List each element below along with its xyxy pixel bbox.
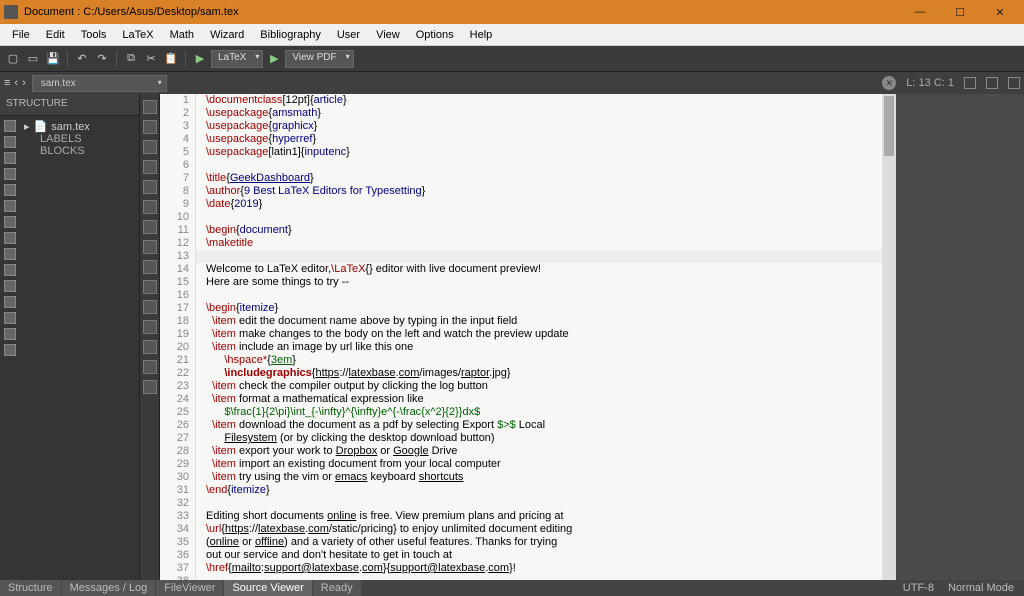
menu-math[interactable]: Math	[162, 27, 202, 43]
menu-edit[interactable]: Edit	[38, 27, 73, 43]
menu-user[interactable]: User	[329, 27, 368, 43]
structure-blocks[interactable]: BLOCKS	[24, 145, 137, 157]
paste-icon[interactable]: 📋	[162, 50, 180, 68]
run-icon[interactable]: ▶	[265, 50, 283, 68]
chevron-right-icon: ▸	[24, 120, 30, 133]
menubar: File Edit Tools LaTeX Math Wizard Biblio…	[0, 24, 1024, 46]
vstrip-ico-13[interactable]	[143, 340, 157, 354]
structure-header: STRUCTURE	[0, 94, 139, 116]
file-icon: 📄	[34, 120, 48, 133]
vstrip-ico-10[interactable]	[143, 280, 157, 294]
line-number-gutter: 1234567891011121314151617181920212223242…	[160, 94, 196, 580]
close-button[interactable]: ✕	[980, 0, 1020, 24]
menu-tools[interactable]: Tools	[73, 27, 115, 43]
vstrip-ico-1[interactable]	[143, 100, 157, 114]
status-sourceviewer[interactable]: Source Viewer	[224, 580, 311, 596]
structure-labels[interactable]: LABELS	[24, 133, 137, 145]
save-icon[interactable]: 💾	[44, 50, 62, 68]
engine-dropdown[interactable]: LaTeX	[211, 50, 263, 68]
new-icon[interactable]: ▢	[4, 50, 22, 68]
menu-options[interactable]: Options	[408, 27, 462, 43]
list-icon[interactable]: ≡	[4, 77, 10, 89]
menu-bibliography[interactable]: Bibliography	[252, 27, 329, 43]
struct-ico-5[interactable]	[4, 184, 16, 196]
vstrip-ico-4[interactable]	[143, 160, 157, 174]
status-structure[interactable]: Structure	[0, 580, 61, 596]
vstrip-ico-11[interactable]	[143, 300, 157, 314]
menu-wizard[interactable]: Wizard	[202, 27, 252, 43]
struct-ico-1[interactable]	[4, 120, 16, 132]
struct-ico-7[interactable]	[4, 216, 16, 228]
struct-ico-2[interactable]	[4, 136, 16, 148]
vstrip-ico-6[interactable]	[143, 200, 157, 214]
vstrip-ico-5[interactable]	[143, 180, 157, 194]
menu-view[interactable]: View	[368, 27, 408, 43]
struct-ico-12[interactable]	[4, 296, 16, 308]
minimize-button[interactable]: —	[900, 0, 940, 24]
status-ready: Ready	[313, 580, 361, 596]
document-tabbar: ≡ ‹ › sam.tex ✕ L: 13 C: 1	[0, 72, 1024, 94]
menu-latex[interactable]: LaTeX	[114, 27, 161, 43]
vstrip-ico-8[interactable]	[143, 240, 157, 254]
document-tab[interactable]: sam.tex	[32, 75, 167, 92]
view-mode-3-icon[interactable]	[1008, 77, 1020, 89]
vstrip-ico-14[interactable]	[143, 360, 157, 374]
status-encoding: UTF-8	[903, 582, 934, 594]
struct-ico-14[interactable]	[4, 328, 16, 340]
maximize-button[interactable]: ☐	[940, 0, 980, 24]
close-tab-icon[interactable]: ✕	[882, 76, 896, 90]
struct-ico-6[interactable]	[4, 200, 16, 212]
struct-ico-4[interactable]	[4, 168, 16, 180]
toolbar: ▢ ▭ 💾 ↶ ↷ ⧉ ✂ 📋 ▶ LaTeX ▶ View PDF	[0, 46, 1024, 72]
menu-file[interactable]: File	[4, 27, 38, 43]
editor-sidebar	[140, 94, 160, 580]
app-icon	[4, 5, 18, 19]
struct-ico-3[interactable]	[4, 152, 16, 164]
status-mode: Normal Mode	[948, 582, 1014, 594]
struct-ico-10[interactable]	[4, 264, 16, 276]
undo-icon[interactable]: ↶	[73, 50, 91, 68]
menu-help[interactable]: Help	[462, 27, 501, 43]
nav-forward-icon[interactable]: ›	[22, 77, 26, 89]
cut-icon[interactable]: ✂	[142, 50, 160, 68]
struct-ico-15[interactable]	[4, 344, 16, 356]
vstrip-ico-15[interactable]	[143, 380, 157, 394]
view-mode-1-icon[interactable]	[964, 77, 976, 89]
vstrip-ico-7[interactable]	[143, 220, 157, 234]
view-mode-2-icon[interactable]	[986, 77, 998, 89]
vstrip-ico-3[interactable]	[143, 140, 157, 154]
code-editor[interactable]: \documentclass[12pt]{article}\usepackage…	[196, 94, 896, 580]
quickbuild-icon[interactable]: ▶	[191, 50, 209, 68]
struct-ico-9[interactable]	[4, 248, 16, 260]
structure-panel: STRUCTURE ▸	[0, 94, 140, 580]
structure-file[interactable]: ▸ 📄 sam.tex	[24, 120, 137, 133]
cursor-position: L: 13 C: 1	[906, 77, 954, 89]
vstrip-ico-2[interactable]	[143, 120, 157, 134]
struct-ico-13[interactable]	[4, 312, 16, 324]
structure-file-label: sam.tex	[51, 121, 90, 133]
scrollbar-thumb[interactable]	[884, 96, 894, 156]
copy-icon[interactable]: ⧉	[122, 50, 140, 68]
status-fileviewer[interactable]: FileViewer	[156, 580, 223, 596]
viewpdf-dropdown[interactable]: View PDF	[285, 50, 353, 68]
editor-scrollbar[interactable]	[882, 94, 896, 580]
struct-ico-8[interactable]	[4, 232, 16, 244]
status-messages[interactable]: Messages / Log	[62, 580, 156, 596]
struct-ico-11[interactable]	[4, 280, 16, 292]
statusbar: Structure Messages / Log FileViewer Sour…	[0, 580, 1024, 596]
open-icon[interactable]: ▭	[24, 50, 42, 68]
vstrip-ico-12[interactable]	[143, 320, 157, 334]
right-empty-panel	[896, 94, 1024, 580]
titlebar: Document : C:/Users/Asus/Desktop/sam.tex…	[0, 0, 1024, 24]
nav-back-icon[interactable]: ‹	[14, 77, 18, 89]
main-area: STRUCTURE ▸	[0, 94, 1024, 580]
redo-icon[interactable]: ↷	[93, 50, 111, 68]
vstrip-ico-9[interactable]	[143, 260, 157, 274]
window-title: Document : C:/Users/Asus/Desktop/sam.tex	[24, 6, 900, 18]
